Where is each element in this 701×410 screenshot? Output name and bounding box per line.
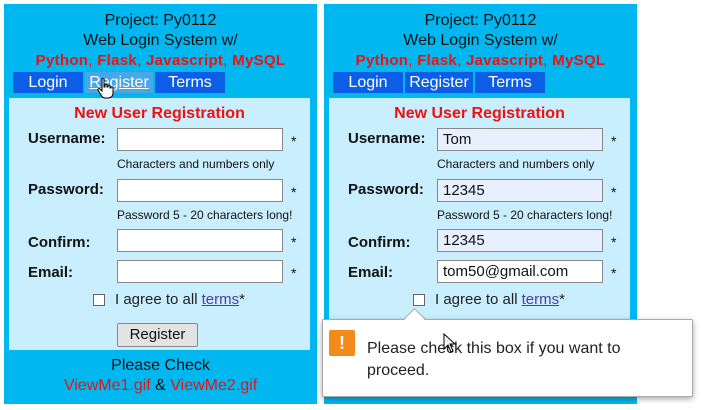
email-input[interactable]: [117, 260, 283, 283]
validation-tooltip: ! Please check this box if you want to p…: [322, 307, 693, 397]
agree-text: I agree to all: [435, 291, 518, 308]
form-title: New User Registration: [394, 105, 565, 122]
email-required-star: *: [291, 265, 297, 281]
password-label: Password:: [28, 181, 104, 198]
confirm-required-star: *: [611, 234, 617, 250]
panel-header: Project: Py0112 Web Login System w/ Pyth…: [4, 4, 317, 72]
confirm-input[interactable]: 12345: [437, 229, 603, 252]
tab-login[interactable]: Login: [13, 72, 83, 93]
registration-form: New User Registration Username: * Charac…: [9, 98, 310, 350]
email-label: Email:: [28, 264, 74, 281]
terms-link[interactable]: terms: [522, 291, 560, 308]
username-label: Username:: [348, 130, 426, 147]
email-input[interactable]: tom50@gmail.com: [437, 260, 603, 283]
project-subtitle: Web Login System w/: [403, 32, 558, 49]
tech-javascript: Javascript: [466, 52, 544, 69]
panel-footer: Please Check ViewMe1.gif & ViewMe2.gif: [4, 356, 317, 396]
footer-please-check: Please Check: [111, 357, 210, 374]
username-hint: Characters and numbers only: [117, 157, 275, 171]
tech-mysql: MySQL: [232, 52, 286, 69]
password-hint: Password 5 - 20 characters long!: [437, 208, 613, 222]
confirm-label: Confirm:: [28, 234, 91, 251]
tab-login[interactable]: Login: [333, 72, 403, 93]
email-required-star: *: [611, 265, 617, 281]
agree-row: I agree to all terms *: [93, 291, 245, 308]
project-title: Project: Py0112: [424, 12, 537, 29]
pointer-cursor-icon: [443, 333, 457, 353]
password-input[interactable]: [117, 179, 283, 202]
tech-javascript: Javascript: [146, 52, 224, 69]
tab-terms[interactable]: Terms: [475, 72, 545, 93]
tech-mysql: MySQL: [552, 52, 606, 69]
username-label: Username:: [28, 130, 106, 147]
agree-checkbox[interactable]: [93, 293, 105, 306]
panel-header: Project: Py0112 Web Login System w/ Pyth…: [324, 4, 637, 72]
terms-required-star: *: [239, 291, 245, 308]
file-link-viewme2[interactable]: ViewMe2.gif: [170, 377, 257, 394]
email-label: Email:: [348, 264, 394, 281]
project-title: Project: Py0112: [104, 12, 217, 29]
tab-register[interactable]: Register: [405, 72, 473, 93]
tech-python: Python: [35, 52, 89, 69]
password-required-star: *: [611, 184, 617, 200]
tooltip-message: Please check this box if you want to pro…: [367, 340, 621, 379]
agree-text: I agree to all: [115, 291, 198, 308]
username-input[interactable]: [117, 128, 283, 151]
terms-link[interactable]: terms: [202, 291, 240, 308]
form-title: New User Registration: [74, 105, 245, 122]
project-subtitle: Web Login System w/: [83, 32, 238, 49]
password-required-star: *: [291, 184, 297, 200]
warning-icon: !: [329, 330, 355, 356]
username-required-star: *: [291, 133, 297, 149]
tab-terms[interactable]: Terms: [155, 72, 225, 93]
username-input[interactable]: Tom: [437, 128, 603, 151]
password-input[interactable]: 12345: [437, 179, 603, 202]
confirm-label: Confirm:: [348, 234, 411, 251]
username-hint: Characters and numbers only: [437, 157, 595, 171]
tech-stack: Python, Flask, Javascript, MySQL: [355, 52, 606, 69]
tech-python: Python: [355, 52, 409, 69]
tech-flask: Flask: [417, 52, 458, 69]
terms-required-star: *: [559, 291, 565, 308]
file-link-viewme1[interactable]: ViewMe1.gif: [64, 377, 151, 394]
nav-tabs: Login Register Terms: [13, 72, 227, 93]
hand-cursor-icon: [97, 78, 114, 99]
confirm-input[interactable]: [117, 229, 283, 252]
registration-form: New User Registration Username: Tom * Ch…: [329, 98, 630, 350]
footer-files: ViewMe1.gif & ViewMe2.gif: [63, 377, 258, 394]
register-button[interactable]: Register: [117, 323, 198, 347]
nav-tabs: Login Register Terms: [333, 72, 547, 93]
password-label: Password:: [348, 181, 424, 198]
tech-flask: Flask: [97, 52, 138, 69]
left-panel: Project: Py0112 Web Login System w/ Pyth…: [4, 4, 317, 404]
tech-stack: Python, Flask, Javascript, MySQL: [35, 52, 286, 69]
agree-checkbox[interactable]: [413, 293, 425, 306]
password-hint: Password 5 - 20 characters long!: [117, 208, 293, 222]
confirm-required-star: *: [291, 234, 297, 250]
username-required-star: *: [611, 133, 617, 149]
agree-row: I agree to all terms *: [413, 291, 565, 308]
